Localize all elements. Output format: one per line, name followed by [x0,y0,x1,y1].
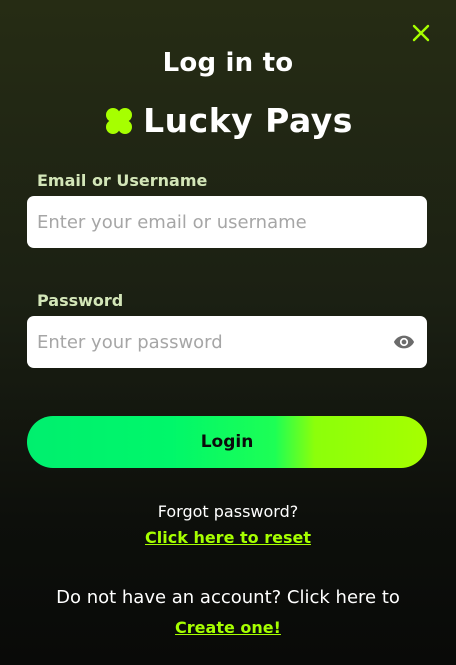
login-modal: Log in to Lucky Pays Email or Username P… [0,0,456,665]
email-field-container [27,196,427,248]
forgot-password-text: Forgot password? [157,502,299,521]
close-icon [412,24,430,42]
close-button[interactable] [410,22,432,44]
password-label: Password [37,291,124,310]
password-input[interactable] [27,316,427,368]
password-field-container [27,316,427,368]
brand-logo: Lucky Pays [0,104,456,137]
email-input[interactable] [27,196,427,248]
signup-prompt: Do not have an account? Click here to [56,587,400,608]
brand-name: Lucky Pays [143,101,353,140]
create-account-link[interactable]: Create one! [0,618,456,637]
email-label: Email or Username [37,171,208,190]
page-title: Log in to [162,48,294,78]
eye-icon[interactable] [392,331,416,353]
clover-icon [106,107,133,134]
login-button[interactable]: Login [27,416,427,468]
reset-password-link[interactable]: Click here to reset [0,528,456,547]
